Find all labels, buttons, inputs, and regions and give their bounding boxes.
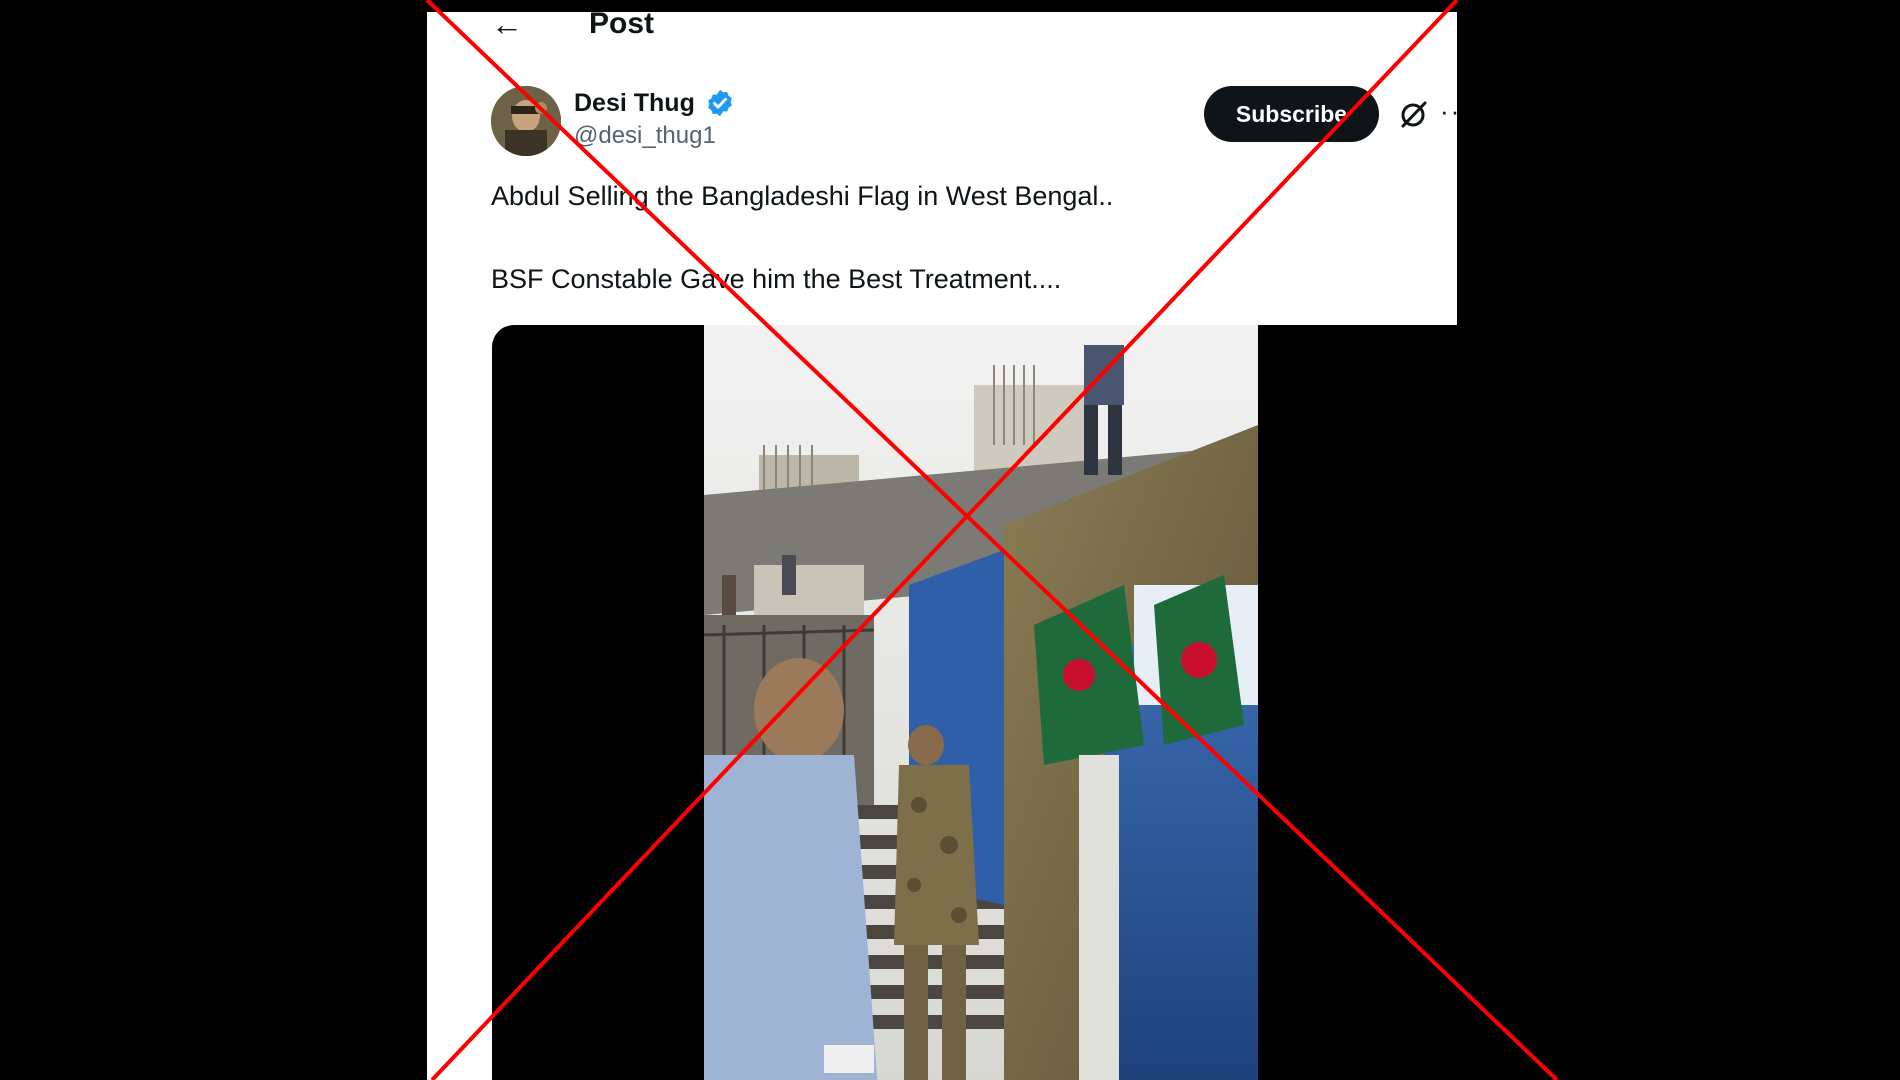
subscribe-button[interactable]: Subscribe [1204,86,1379,142]
post-detail-panel: ← Post Desi Thug @desi_thug1 Subscribe ·… [427,12,1457,1080]
grok-icon[interactable] [1396,97,1430,131]
more-options-icon[interactable]: ··· [1440,98,1457,124]
post-header: ← Post [427,12,1457,52]
tweet-text-line-1: Abdul Selling the Bangladeshi Flag in We… [491,181,1114,211]
author-handle[interactable]: @desi_thug1 [574,122,716,151]
tweet-text-line-2: BSF Constable Gave him the Best Treatmen… [491,264,1062,294]
page-title: Post [589,12,655,40]
screenshot-stage: ← Post Desi Thug @desi_thug1 Subscribe ·… [0,0,1900,1080]
video-thumbnail [704,325,1258,1080]
author-display-name[interactable]: Desi Thug [574,88,695,118]
verified-badge-icon [708,89,732,117]
video-player[interactable] [492,325,1457,1080]
arrow-left-icon[interactable]: ← [491,12,523,40]
avatar[interactable] [491,86,561,156]
